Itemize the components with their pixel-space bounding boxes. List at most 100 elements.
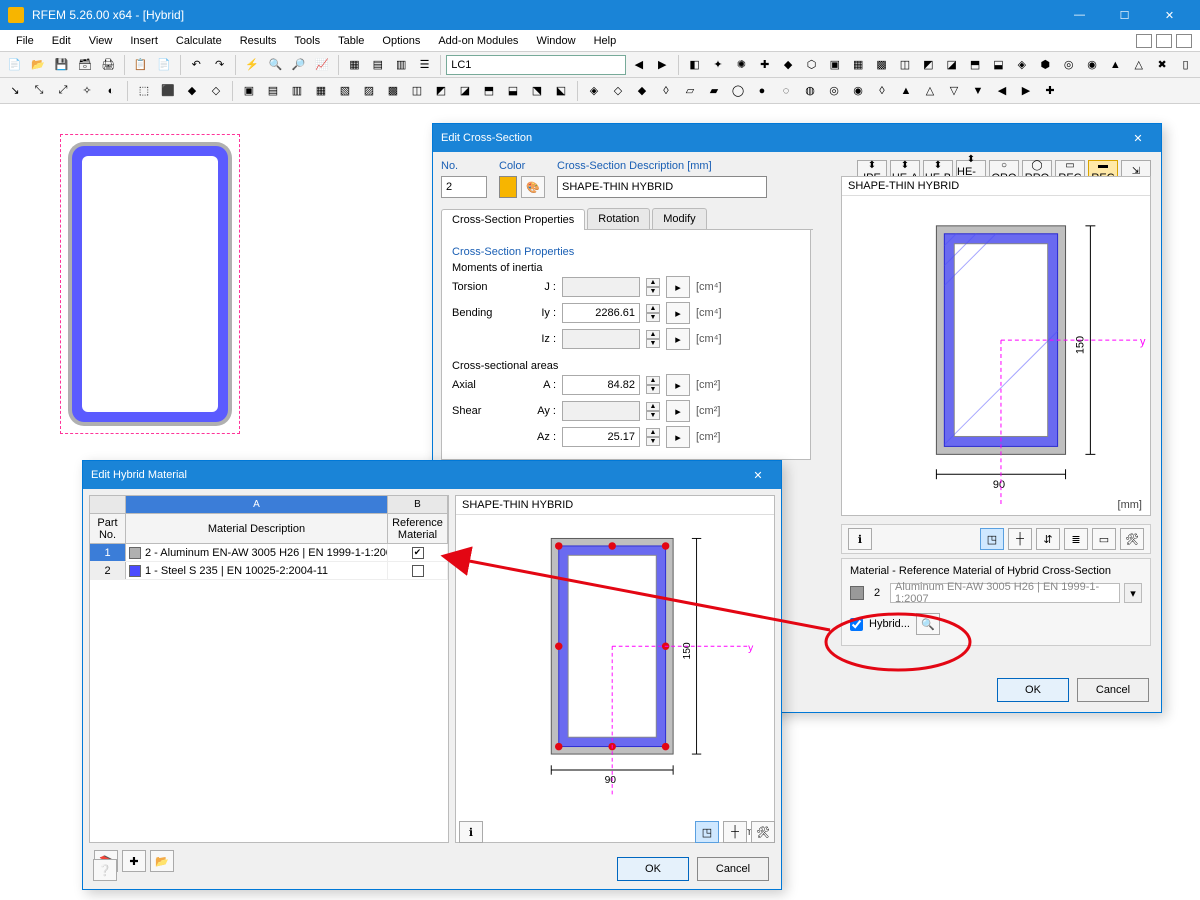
hybrid-material-grid[interactable]: A B Part No. Material Description Refere… [89, 495, 449, 843]
tb2-misc[interactable]: ▦ [310, 80, 332, 102]
tb-misc[interactable]: ✚ [754, 54, 775, 76]
tb-misc[interactable]: ◆ [777, 54, 798, 76]
tb2-misc[interactable]: ● [751, 80, 773, 102]
selected-cross-section[interactable] [60, 134, 240, 434]
preview-view-values[interactable]: ≣ [1064, 528, 1088, 550]
tb-misc[interactable]: ▯ [1175, 54, 1196, 76]
tb2-misc[interactable]: ✚ [1039, 80, 1061, 102]
tb-undo[interactable]: ↶ [186, 54, 207, 76]
tb-misc[interactable]: ✺ [731, 54, 752, 76]
menu-calculate[interactable]: Calculate [168, 33, 230, 49]
preview-settings[interactable]: 🛠 [751, 821, 775, 843]
close-button[interactable]: ✕ [1147, 0, 1192, 30]
tb2-misc[interactable]: ▧ [334, 80, 356, 102]
tb2-misc[interactable]: ◍ [799, 80, 821, 102]
tb2-misc[interactable]: ⬒ [478, 80, 500, 102]
menu-help[interactable]: Help [586, 33, 625, 49]
tb2-misc[interactable]: ⬓ [502, 80, 524, 102]
tb-misc[interactable]: ◎ [1058, 54, 1079, 76]
tb-misc[interactable]: ◪ [941, 54, 962, 76]
tb-saveall[interactable]: 🗃 [74, 54, 95, 76]
shear-Az-input[interactable] [562, 427, 640, 447]
tb-misc[interactable]: ◧ [684, 54, 705, 76]
tb2-misc[interactable]: ◇ [607, 80, 629, 102]
tb2-misc[interactable]: ◐ [100, 80, 122, 102]
tab-rotation[interactable]: Rotation [587, 208, 650, 229]
tb2-misc[interactable]: ✧ [76, 80, 98, 102]
dialog-titlebar[interactable]: Edit Hybrid Material ✕ [83, 461, 781, 489]
tb2-misc[interactable]: ◪ [454, 80, 476, 102]
preview-view-axes[interactable]: ┼ [723, 821, 747, 843]
cancel-button[interactable]: Cancel [1077, 678, 1149, 702]
tb2-misc[interactable]: ⬛ [157, 80, 179, 102]
tb-table2[interactable]: ▥ [391, 54, 412, 76]
tab-modify[interactable]: Modify [652, 208, 706, 229]
grid-edit-button[interactable]: 📂 [150, 850, 174, 872]
table-row[interactable]: 21 - Steel S 235 | EN 10025-2:2004-11 [90, 562, 448, 580]
tb2-misc[interactable]: ▶ [1015, 80, 1037, 102]
tb2-misc[interactable]: ▼ [967, 80, 989, 102]
tb-find[interactable]: 🔍 [265, 54, 286, 76]
tb2-misc[interactable]: ◊ [655, 80, 677, 102]
tb-misc[interactable]: ▣ [824, 54, 845, 76]
tb-table1[interactable]: ▤ [367, 54, 388, 76]
tb-misc[interactable]: ⬡ [801, 54, 822, 76]
tb-misc[interactable]: ◈ [1011, 54, 1032, 76]
material-dropdown-button[interactable]: ▾ [1124, 583, 1142, 603]
grid-new-button[interactable]: ✚ [122, 850, 146, 872]
menu-insert[interactable]: Insert [122, 33, 166, 49]
tb2-misc[interactable]: ⬕ [550, 80, 572, 102]
tb-copy[interactable]: 📋 [130, 54, 151, 76]
ok-button[interactable]: OK [997, 678, 1069, 702]
tb-misc[interactable]: ◉ [1081, 54, 1102, 76]
preview-settings[interactable]: 🛠 [1120, 528, 1144, 550]
tb-calc[interactable]: ⚡ [241, 54, 262, 76]
field-menu-button[interactable]: ▸ [666, 328, 690, 350]
dialog-close-button[interactable]: ✕ [1123, 124, 1153, 152]
tb2-misc[interactable]: ◫ [406, 80, 428, 102]
tb2-misc[interactable]: ◆ [181, 80, 203, 102]
cancel-button[interactable]: Cancel [697, 857, 769, 881]
menu-results[interactable]: Results [232, 33, 285, 49]
tb2-misc[interactable]: ◯ [727, 80, 749, 102]
tb-misc[interactable]: △ [1128, 54, 1149, 76]
dialog-close-button[interactable]: ✕ [743, 461, 773, 489]
menu-window[interactable]: Window [528, 33, 583, 49]
menu-table[interactable]: Table [330, 33, 372, 49]
tb2-misc[interactable]: ▨ [358, 80, 380, 102]
tb2-misc[interactable]: ▥ [286, 80, 308, 102]
tb-misc[interactable]: ⬒ [964, 54, 985, 76]
help-button[interactable]: ❔ [93, 859, 117, 881]
tb-misc[interactable]: ⬓ [988, 54, 1009, 76]
tb2-misc[interactable]: ⬔ [526, 80, 548, 102]
color-swatch[interactable] [499, 176, 517, 198]
tb2-misc[interactable]: ↘ [4, 80, 26, 102]
tb-redo[interactable]: ↷ [209, 54, 230, 76]
shear-Ay-input[interactable] [562, 401, 640, 421]
tb-graph[interactable]: 📈 [311, 54, 332, 76]
tb2-misc[interactable]: ▱ [679, 80, 701, 102]
info-button[interactable]: ℹ [459, 821, 483, 843]
tb2-misc[interactable]: ⬚ [133, 80, 155, 102]
mdi-close[interactable] [1176, 34, 1192, 48]
ok-button[interactable]: OK [617, 857, 689, 881]
preview-view-dims[interactable]: ▭ [1092, 528, 1116, 550]
field-menu-button[interactable]: ▸ [666, 302, 690, 324]
loadcase-combo[interactable]: LC1 [446, 55, 626, 75]
menu-options[interactable]: Options [374, 33, 428, 49]
tb2-misc[interactable]: ◈ [583, 80, 605, 102]
tb-misc[interactable]: ◩ [918, 54, 939, 76]
preview-view-axes[interactable]: ┼ [1008, 528, 1032, 550]
color-picker-button[interactable]: 🎨 [521, 176, 545, 198]
tb-print[interactable]: 🖨 [98, 54, 119, 76]
menu-file[interactable]: File [8, 33, 42, 49]
field-menu-button[interactable]: ▸ [666, 400, 690, 422]
tb2-misc[interactable]: ◇ [205, 80, 227, 102]
tb-misc[interactable]: ◫ [894, 54, 915, 76]
tb2-misc[interactable]: ◩ [430, 80, 452, 102]
cross-section-description-input[interactable] [557, 176, 767, 198]
spin-up[interactable]: ▲ [646, 278, 660, 287]
tb-new[interactable]: 📄 [4, 54, 25, 76]
mdi-restore[interactable] [1156, 34, 1172, 48]
preview-view-iso[interactable]: ◳ [695, 821, 719, 843]
